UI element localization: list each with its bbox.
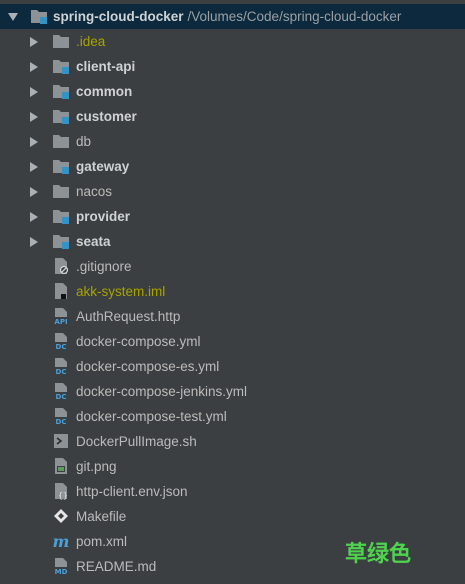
folder-label: nacos: [76, 184, 113, 199]
module-folder-icon: [52, 232, 70, 250]
gitignore-icon: [52, 257, 70, 275]
chevron-right-icon[interactable]: [30, 237, 38, 247]
svg-text:API: API: [54, 318, 67, 325]
api-icon: API: [52, 307, 70, 326]
folder-label: gateway: [76, 159, 130, 174]
svg-text:DC: DC: [56, 343, 67, 350]
tree-row-folder-nacos[interactable]: nacos: [0, 179, 465, 204]
tree-row-file-makefile[interactable]: Makefile: [0, 504, 465, 529]
markdown-icon: MD: [52, 557, 70, 576]
tree-row-project-root[interactable]: spring-cloud-docker/Volumes/Code/spring-…: [0, 4, 465, 29]
file-label: docker-compose-es.yml: [76, 359, 220, 374]
module-folder-icon: [52, 207, 70, 225]
tree-row-folder-db[interactable]: db: [0, 129, 465, 154]
image-file-icon: [52, 457, 70, 475]
tree-row-file-http-client-env-json[interactable]: {} http-client.env.json: [0, 479, 465, 504]
docker-compose-icon: DC: [52, 332, 70, 351]
tree-row-file-docker-compose-yml[interactable]: DC docker-compose.yml: [0, 329, 465, 354]
folder-icon: [52, 182, 70, 200]
folder-icon: [52, 32, 70, 50]
tree-row-file-docker-compose-test-yml[interactable]: DC docker-compose-test.yml: [0, 404, 465, 429]
docker-compose-icon: DC: [52, 382, 70, 401]
shell-script-icon: [52, 432, 70, 450]
tree-row-folder-client-api[interactable]: client-api: [0, 54, 465, 79]
file-label: .gitignore: [76, 259, 132, 274]
tree-row-folder-seata[interactable]: seata: [0, 229, 465, 254]
file-label: DockerPullImage.sh: [76, 434, 197, 449]
tree-row-file-git-png[interactable]: git.png: [0, 454, 465, 479]
folder-label: .idea: [76, 34, 106, 49]
folder-icon: [52, 132, 70, 150]
svg-text:DC: DC: [56, 368, 67, 375]
makefile-icon: [52, 507, 70, 525]
svg-text:MD: MD: [55, 568, 68, 575]
docker-compose-icon: DC: [52, 357, 70, 376]
tree-row-folder-customer[interactable]: customer: [0, 104, 465, 129]
file-label: pom.xml: [76, 534, 128, 549]
project-tree: spring-cloud-docker/Volumes/Code/spring-…: [0, 4, 465, 579]
chevron-right-icon[interactable]: [30, 187, 38, 197]
svg-text:DC: DC: [56, 418, 67, 425]
file-label: Makefile: [76, 509, 127, 524]
folder-label: common: [76, 84, 133, 99]
tree-row-file-authrequest-http[interactable]: API AuthRequest.http: [0, 304, 465, 329]
tree-row-folder-idea[interactable]: .idea: [0, 29, 465, 54]
file-label: akk-system.iml: [76, 284, 166, 299]
module-folder-icon: [30, 7, 48, 25]
chevron-right-icon[interactable]: [30, 162, 38, 172]
chevron-right-icon[interactable]: [30, 112, 38, 122]
svg-text:DC: DC: [56, 393, 67, 400]
module-folder-icon: [52, 57, 70, 75]
tree-row-file-gitignore[interactable]: .gitignore: [0, 254, 465, 279]
tree-row-folder-provider[interactable]: provider: [0, 204, 465, 229]
file-label: README.md: [76, 559, 157, 574]
file-label: git.png: [76, 459, 117, 474]
file-label: docker-compose.yml: [76, 334, 201, 349]
project-name: spring-cloud-docker: [53, 9, 184, 24]
tree-row-folder-gateway[interactable]: gateway: [0, 154, 465, 179]
folder-label: client-api: [76, 59, 136, 74]
file-label: docker-compose-jenkins.yml: [76, 384, 248, 399]
folder-label: customer: [76, 109, 137, 124]
module-folder-icon: [52, 82, 70, 100]
maven-icon: m: [52, 532, 70, 551]
docker-compose-icon: DC: [52, 407, 70, 426]
watermark-text: 草绿色: [345, 542, 412, 567]
tree-row-file-docker-compose-jenkins-yml[interactable]: DC docker-compose-jenkins.yml: [0, 379, 465, 404]
iml-icon: [52, 282, 70, 300]
folder-label: db: [76, 134, 92, 149]
folder-label: provider: [76, 209, 131, 224]
module-folder-icon: [52, 107, 70, 125]
chevron-right-icon[interactable]: [30, 137, 38, 147]
tree-row-file-dockerpullimage-sh[interactable]: DockerPullImage.sh: [0, 429, 465, 454]
project-path: /Volumes/Code/spring-cloud-docker: [187, 9, 402, 24]
chevron-right-icon[interactable]: [30, 212, 38, 222]
file-label: AuthRequest.http: [76, 309, 181, 324]
module-folder-icon: [52, 157, 70, 175]
chevron-right-icon[interactable]: [30, 62, 38, 72]
json-file-icon: {}: [52, 482, 70, 500]
file-label: http-client.env.json: [76, 484, 188, 499]
tree-row-file-docker-compose-es-yml[interactable]: DC docker-compose-es.yml: [0, 354, 465, 379]
svg-text:m: m: [53, 532, 70, 550]
svg-text:{}: {}: [58, 491, 68, 500]
folder-label: seata: [76, 234, 111, 249]
chevron-down-icon[interactable]: [8, 13, 18, 21]
file-label: docker-compose-test.yml: [76, 409, 227, 424]
tree-row-file-akk-system-iml[interactable]: akk-system.iml: [0, 279, 465, 304]
chevron-right-icon[interactable]: [30, 37, 38, 47]
tree-row-folder-common[interactable]: common: [0, 79, 465, 104]
chevron-right-icon[interactable]: [30, 87, 38, 97]
